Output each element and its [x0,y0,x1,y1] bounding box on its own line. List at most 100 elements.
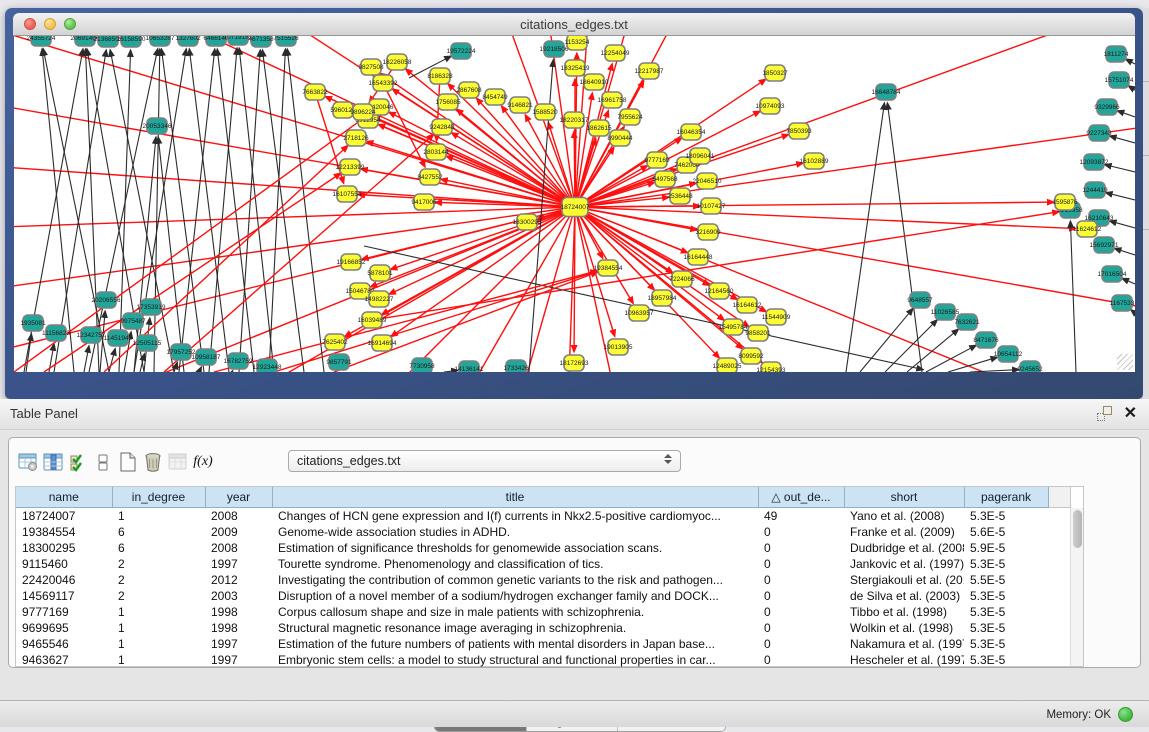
function-builder-icon[interactable]: f(x) [192,451,214,473]
table-cell[interactable]: 0 [758,652,844,668]
table-cell[interactable]: Embryonic stem cells: a model to study s… [272,652,758,668]
float-panel-icon[interactable] [1097,406,1112,421]
table-cell[interactable]: 18300295 [16,540,112,556]
table-cell[interactable]: 19384554 [16,524,112,540]
table-cell[interactable]: 0 [758,556,844,572]
table-cell[interactable]: Genome-wide association studies in ADHD. [272,524,758,540]
new-table-icon[interactable] [117,451,139,473]
table-cell[interactable]: 0 [758,572,844,588]
table-cell[interactable] [1048,572,1070,588]
table-cell[interactable]: 5.3E-5 [964,620,1048,636]
table-row[interactable]: 1872400712008Changes of HCN gene express… [16,507,1070,524]
table-cell[interactable]: Stergiakouli et al. (2012) [844,572,964,588]
window-titlebar[interactable]: citations_edges.txt [13,13,1135,36]
table-cell[interactable] [1048,636,1070,652]
table-scrollbar-thumb[interactable] [1073,510,1082,548]
table-cell[interactable]: 1 [112,604,205,620]
table-cell[interactable]: 1 [112,652,205,668]
table-cell[interactable]: Dudbridge et al. (2008) [844,540,964,556]
table-row[interactable]: 1456911722003Disruption of a novel membe… [16,588,1070,604]
network-canvas[interactable]: 2435572420691406213685051615859010653287… [14,36,1135,372]
table-cell[interactable]: 9777169 [16,604,112,620]
table-cell[interactable]: 0 [758,636,844,652]
table-settings-icon[interactable] [17,451,39,473]
table-row[interactable]: 977716911998Corpus callosum shape and si… [16,604,1070,620]
table-cell[interactable]: Wolkin et al. (1998) [844,620,964,636]
table-cell[interactable]: 1997 [205,652,272,668]
table-selector-dropdown[interactable]: citations_edges.txt [288,450,681,472]
table-cell[interactable]: 5.3E-5 [964,507,1048,524]
table-cell[interactable]: 9699695 [16,620,112,636]
table-cell[interactable]: Corpus callosum shape and size in male p… [272,604,758,620]
column-header-pagerank[interactable]: pagerank [964,487,1048,507]
table-cell[interactable]: 1997 [205,636,272,652]
table-cell[interactable]: 22420046 [16,572,112,588]
table-cell[interactable] [1048,507,1070,524]
table-cell[interactable]: Jankovic et al. (1997) [844,556,964,572]
table-cell[interactable]: 1 [112,507,205,524]
table-cell[interactable]: 0 [758,604,844,620]
table-cell[interactable]: 5.3E-5 [964,588,1048,604]
table-cell[interactable]: Yano et al. (2008) [844,507,964,524]
table-cell[interactable] [1048,604,1070,620]
show-columns-icon[interactable] [42,451,64,473]
table-cell[interactable] [1048,588,1070,604]
table-cell[interactable]: 0 [758,588,844,604]
table-cell[interactable]: 1998 [205,604,272,620]
memory-ok-indicator[interactable] [1118,707,1133,722]
table-cell[interactable]: 5.3E-5 [964,604,1048,620]
table-cell[interactable]: Investigating the contribution of common… [272,572,758,588]
table-cell[interactable] [1048,524,1070,540]
table-cell[interactable]: 6 [112,524,205,540]
table-cell[interactable]: 0 [758,540,844,556]
column-header-out_de[interactable]: △ out_de... [758,487,844,507]
table-cell[interactable]: 5.3E-5 [964,652,1048,668]
table-cell[interactable]: 6 [112,540,205,556]
delete-table-icon[interactable] [142,451,164,473]
table-cell[interactable]: de Silva et al. (2003) [844,588,964,604]
table-cell[interactable]: 5.9E-5 [964,540,1048,556]
table-cell[interactable]: 1 [112,636,205,652]
column-header-short[interactable]: short [844,487,964,507]
table-cell[interactable]: 9463627 [16,652,112,668]
table-cell[interactable]: 9115460 [16,556,112,572]
table-cell[interactable]: 2009 [205,524,272,540]
table-cell[interactable]: 5.5E-5 [964,572,1048,588]
table-cell[interactable]: 1 [112,620,205,636]
column-header-title[interactable]: title [272,487,758,507]
table-row[interactable]: 969969511998Structural magnetic resonanc… [16,620,1070,636]
table-cell[interactable]: 2 [112,588,205,604]
close-panel-icon[interactable]: ✕ [1124,406,1137,421]
table-cell[interactable]: 2003 [205,588,272,604]
table-cell[interactable]: 18724007 [16,507,112,524]
table-cell[interactable]: Tourette syndrome. Phenomenology and cla… [272,556,758,572]
select-all-icon[interactable] [67,451,89,473]
table-cell[interactable]: 49 [758,507,844,524]
table-cell[interactable]: 2008 [205,540,272,556]
table-cell[interactable]: 5.3E-5 [964,556,1048,572]
table-cell[interactable]: 0 [758,620,844,636]
table-cell[interactable]: 5.6E-5 [964,524,1048,540]
table-cell[interactable]: 1997 [205,556,272,572]
window-resize-grip[interactable] [1117,354,1133,370]
clear-selection-icon[interactable] [92,451,114,473]
table-cell[interactable]: Tibbo et al. (1998) [844,604,964,620]
table-cell[interactable]: 9465546 [16,636,112,652]
table-cell[interactable]: Structural magnetic resonance image aver… [272,620,758,636]
table-cell[interactable]: Estimation of significance thresholds fo… [272,540,758,556]
table-cell[interactable]: Hescheler et al. (1997) [844,652,964,668]
column-header-year[interactable]: year [205,487,272,507]
table-row[interactable]: 911546021997Tourette syndrome. Phenomeno… [16,556,1070,572]
table-cell[interactable]: Disruption of a novel member of a sodium… [272,588,758,604]
table-row[interactable]: 946362711997Embryonic stem cells: a mode… [16,652,1070,668]
table-row[interactable]: 1938455462009Genome-wide association stu… [16,524,1070,540]
table-cell[interactable]: 5.3E-5 [964,636,1048,652]
column-header-in_degree[interactable]: in_degree [112,487,205,507]
table-cell[interactable]: 2008 [205,507,272,524]
table-cell[interactable]: Nakamura et al. (1997) [844,636,964,652]
table-cell[interactable] [1048,652,1070,668]
table-row[interactable]: 1830029562008Estimation of significance … [16,540,1070,556]
table-cell[interactable] [1048,540,1070,556]
table-cell[interactable]: 2 [112,556,205,572]
table-row[interactable]: 946554611997Estimation of the future num… [16,636,1070,652]
